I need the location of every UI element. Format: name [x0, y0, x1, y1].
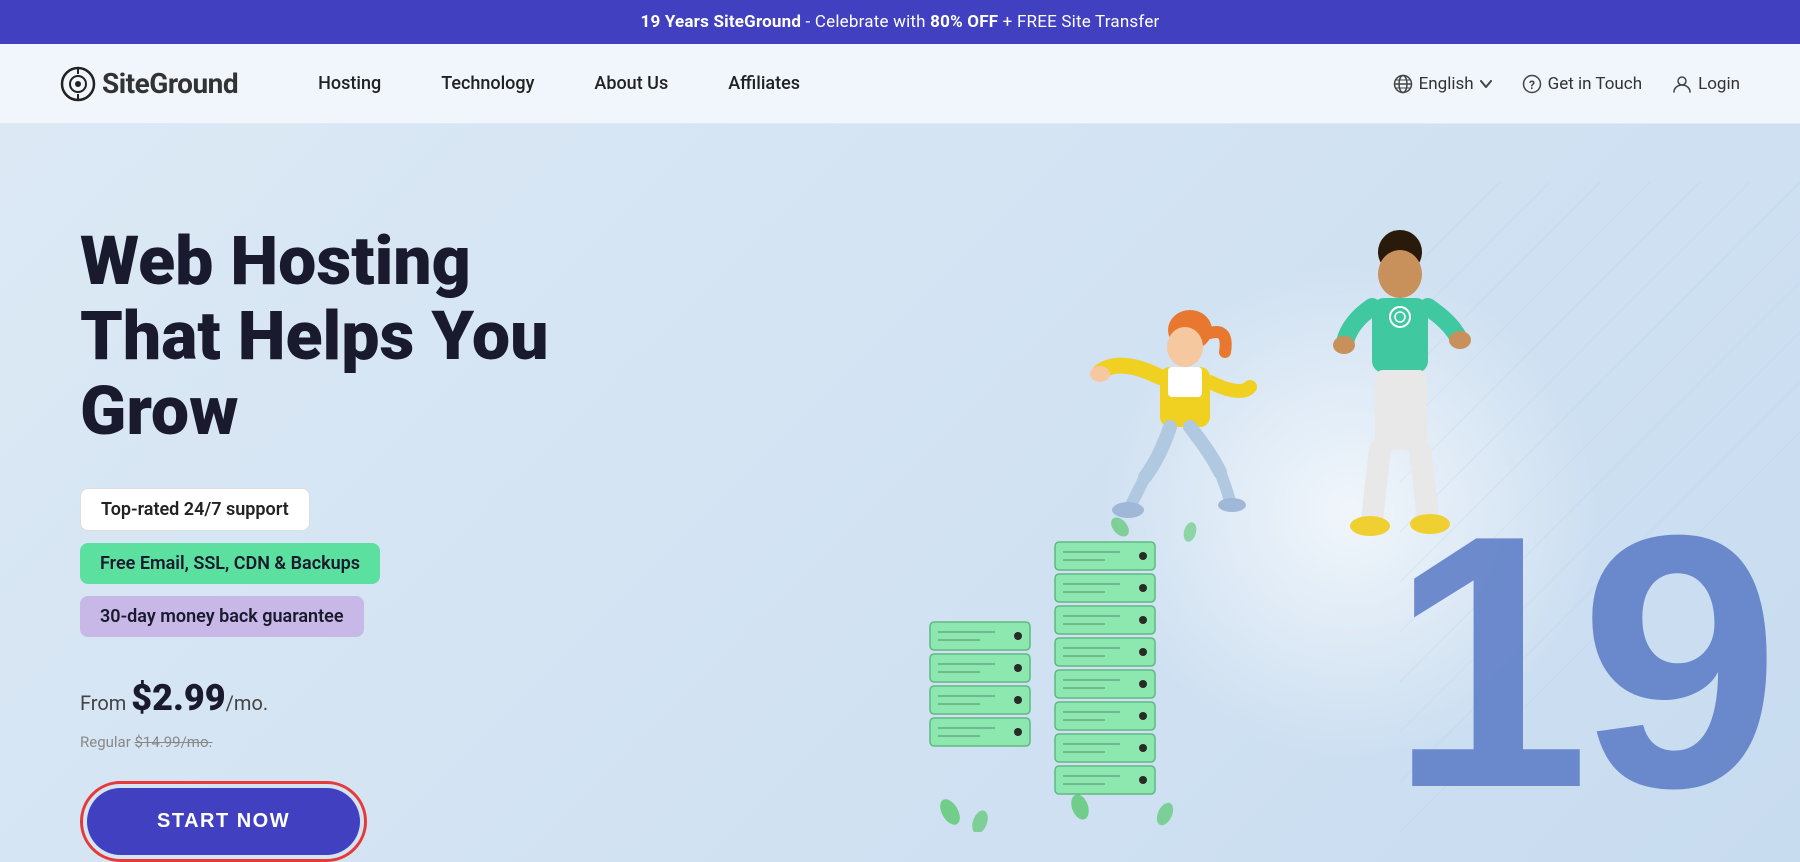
nav-technology[interactable]: Technology	[411, 63, 564, 104]
banner-mid: - Celebrate with	[801, 12, 930, 32]
get-in-touch-label: Get in Touch	[1548, 74, 1642, 94]
nav-about-us[interactable]: About Us	[564, 63, 698, 104]
price-amount: $2.99	[131, 677, 225, 719]
hero-content: Web Hosting That Helps You Grow Top-rate…	[80, 204, 660, 862]
login-button[interactable]: Login	[1672, 74, 1740, 94]
nav-links: Hosting Technology About Us Affiliates	[288, 63, 1393, 104]
nav-affiliates[interactable]: Affiliates	[698, 63, 830, 104]
feature-money-back: 30-day money back guarantee	[80, 596, 364, 637]
language-selector[interactable]: English	[1393, 74, 1492, 94]
promo-banner: 19 Years SiteGround - Celebrate with 80%…	[0, 0, 1800, 44]
language-label: English	[1419, 74, 1474, 94]
login-label: Login	[1698, 74, 1740, 94]
nav-right: English ? Get in Touch Login	[1393, 74, 1740, 94]
start-now-button-wrapper[interactable]: START NOW	[80, 781, 367, 862]
price-from-label: From	[80, 691, 131, 715]
price-regular: Regular $14.99/mo.	[80, 733, 660, 751]
feature-email-ssl: Free Email, SSL, CDN & Backups	[80, 543, 380, 584]
banner-bold-2: 80% OFF	[930, 12, 998, 32]
hero-title-line1: Web Hosting	[80, 221, 471, 301]
banner-bold-1: 19 Years SiteGround	[640, 12, 801, 32]
hero-title: Web Hosting That Helps You Grow	[80, 224, 660, 448]
main-nav: SiteGround Hosting Technology About Us A…	[0, 44, 1800, 124]
get-in-touch[interactable]: ? Get in Touch	[1522, 74, 1642, 94]
siteground-logo-icon	[60, 66, 96, 102]
help-icon: ?	[1522, 74, 1542, 94]
start-now-button[interactable]: START NOW	[87, 788, 360, 855]
nav-hosting[interactable]: Hosting	[288, 63, 411, 104]
language-icon	[1393, 74, 1413, 94]
feature-support: Top-rated 24/7 support	[80, 488, 310, 531]
logo-text: SiteGround	[102, 67, 238, 100]
original-price: $14.99/mo.	[135, 733, 213, 751]
hero-title-line2: That Helps You Grow	[80, 296, 548, 451]
banner-post: + FREE Site Transfer	[998, 12, 1159, 32]
pricing-info: From $2.99/mo.	[80, 677, 660, 719]
chevron-down-icon	[1480, 80, 1492, 88]
features-list: Top-rated 24/7 support Free Email, SSL, …	[80, 488, 660, 637]
price-per-label: /mo.	[226, 691, 268, 715]
login-icon	[1672, 74, 1692, 94]
logo-area[interactable]: SiteGround	[60, 66, 238, 102]
hero-figures	[1000, 222, 1620, 802]
svg-text:?: ?	[1529, 78, 1535, 92]
hero-section: Web Hosting That Helps You Grow Top-rate…	[0, 124, 1800, 862]
hero-illustration: 19	[840, 182, 1800, 862]
